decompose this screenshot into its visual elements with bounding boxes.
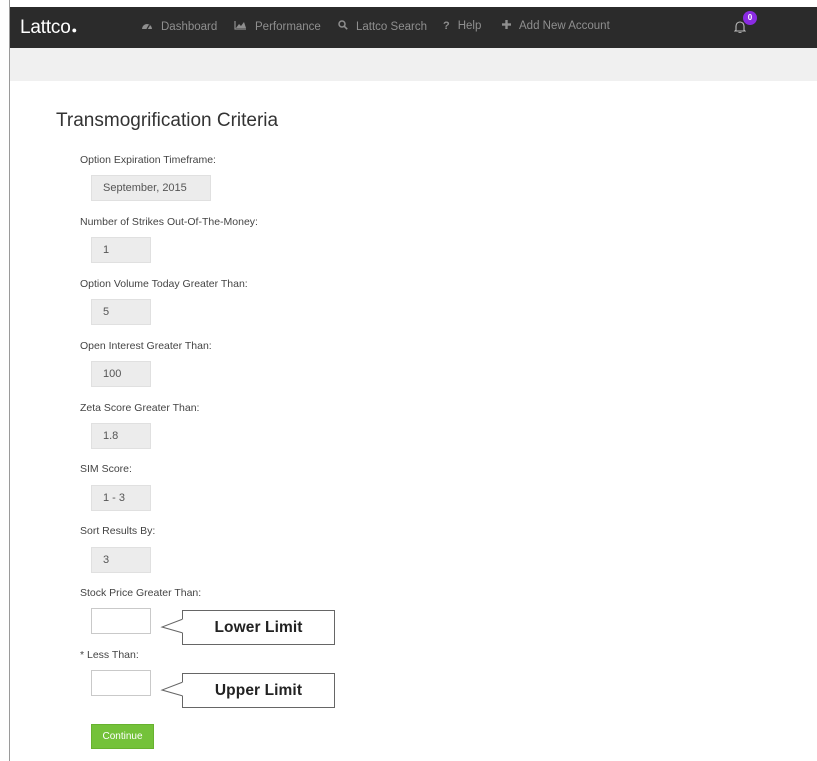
nav-help[interactable]: ? Help [443,20,481,32]
zeta-label: Zeta Score Greater Than: [80,402,200,414]
volume-label: Option Volume Today Greater Than: [80,278,248,290]
sort-label: Sort Results By: [80,525,156,537]
search-icon [338,20,348,33]
nav-add-account-label: Add New Account [519,20,610,32]
dashboard-icon [141,20,153,33]
nav-add-account[interactable]: Add New Account [502,20,610,32]
nav-performance[interactable]: Performance [234,20,321,33]
volume-field[interactable]: 5 [91,299,151,325]
stock-price-max-label: * Less Than: [80,649,139,661]
strikes-field[interactable]: 1 [91,237,151,263]
stock-price-min-input[interactable] [91,608,151,634]
top-navbar: Lattco● Dashboard Performance Lattco Sea… [10,7,817,48]
notification-badge: 0 [743,11,757,25]
lower-limit-text: Lower Limit [214,619,303,636]
nav-search-label: Lattco Search [356,21,427,33]
expiration-label: Option Expiration Timeframe: [80,154,216,166]
lower-limit-callout: Lower Limit [160,610,336,645]
stock-price-min-label: Stock Price Greater Than: [80,587,202,599]
upper-limit-callout: Upper Limit [160,673,336,708]
question-icon: ? [443,20,450,32]
sort-field[interactable]: 3 [91,547,151,573]
page-title: Transmogrification Criteria [56,110,279,131]
zeta-field[interactable]: 1.8 [91,423,151,449]
stock-price-max-input[interactable] [91,670,151,696]
subheader-band [10,48,817,81]
plus-icon [502,20,511,32]
open-interest-field[interactable]: 100 [91,361,151,387]
nav-lattco-search[interactable]: Lattco Search [338,20,427,33]
expiration-field[interactable]: September, 2015 [91,175,211,201]
area-chart-icon [234,20,247,33]
open-interest-label: Open Interest Greater Than: [80,340,212,352]
nav-performance-label: Performance [255,21,321,33]
brand-logo[interactable]: Lattco● [20,17,77,39]
sim-label: SIM Score: [80,463,132,475]
callout-pointer-icon [160,681,184,697]
sim-field[interactable]: 1 - 3 [91,485,151,511]
strikes-label: Number of Strikes Out-Of-The-Money: [80,216,258,228]
nav-help-label: Help [457,20,482,32]
nav-dashboard-label: Dashboard [161,21,218,33]
notifications-button[interactable]: 0 [734,11,757,40]
nav-dashboard[interactable]: Dashboard [141,20,217,33]
upper-limit-text: Upper Limit [214,682,303,699]
continue-button[interactable]: Continue [91,724,154,749]
callout-pointer-icon [160,618,184,634]
